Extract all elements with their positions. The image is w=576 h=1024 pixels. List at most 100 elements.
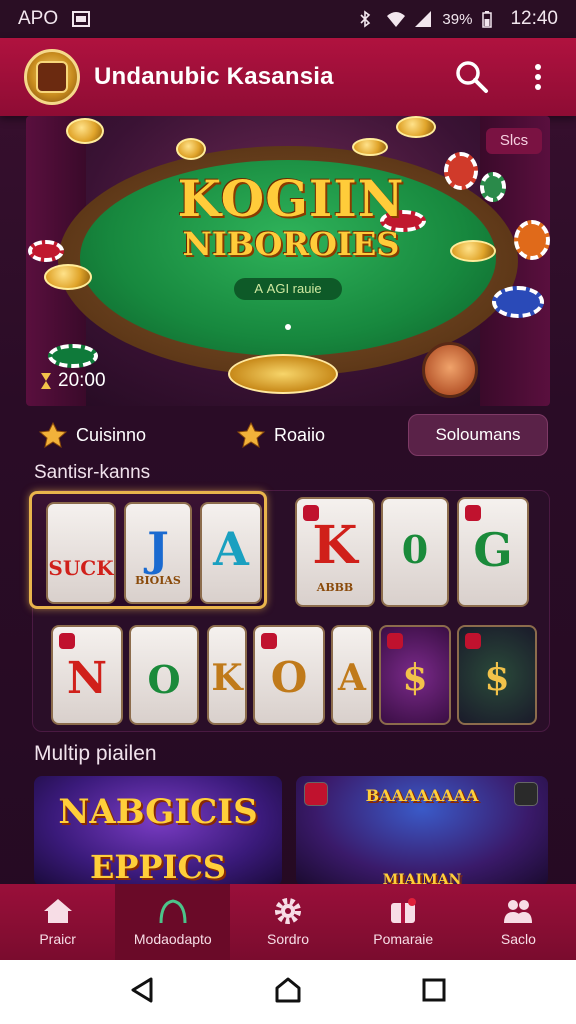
reel-tag: [387, 633, 403, 649]
bottom-navigation: Praicr Modaodapto Sordro Pomaraie Saclo: [0, 884, 576, 960]
people-icon: [502, 897, 534, 925]
search-button[interactable]: [452, 57, 492, 97]
lion-crest-icon: [36, 61, 68, 93]
home-icon: [42, 897, 74, 925]
reel-tag: [261, 633, 277, 649]
carrier-label: APO: [18, 8, 59, 29]
game-title-line1: NABGICIS: [58, 792, 258, 832]
multiplayer-game-card[interactable]: BAAAAAAAA MIAIMAN: [296, 776, 548, 886]
coin-icon: [66, 118, 104, 144]
slot-game-card[interactable]: SUCK J BIOIAS A: [29, 491, 267, 609]
back-button[interactable]: [129, 976, 155, 1009]
app-screen: APO 39% 12:40 Undanubic Kasansia KOGIIN …: [0, 0, 576, 1024]
slot-game-card[interactable]: $: [379, 625, 451, 725]
poker-chip-icon: [444, 152, 478, 190]
slot-reel: SUCK: [46, 502, 116, 604]
nav-label: Pomaraie: [373, 931, 434, 947]
star-icon: [38, 422, 68, 448]
overflow-menu-button[interactable]: [518, 57, 558, 97]
carousel-indicator[interactable]: [285, 324, 291, 330]
nav-multiplayer[interactable]: Modaodapto: [115, 884, 231, 960]
reel-caption: ABBB: [316, 581, 354, 594]
nav-settings[interactable]: Sordro: [230, 884, 345, 960]
poker-chip-icon: [28, 240, 64, 262]
hero-title: KOGIIN NIBOROIES: [176, 169, 406, 263]
reel-tag: [465, 505, 481, 521]
reel-symbol: K: [312, 515, 358, 576]
poker-chip-icon: [514, 220, 550, 260]
home-button[interactable]: [274, 976, 302, 1009]
coin-icon: [396, 116, 436, 138]
more-vert-icon: [535, 64, 541, 90]
battery-icon: [482, 10, 500, 28]
slot-reel: J BIOIAS: [124, 502, 192, 604]
status-bar: APO 39% 12:40: [0, 0, 576, 38]
recents-square-icon: [422, 978, 446, 1001]
tab-label: Roaiio: [274, 424, 326, 445]
back-triangle-icon: [131, 977, 153, 1002]
reel-symbol: $: [484, 657, 510, 699]
countdown-timer: 20:00: [40, 370, 106, 392]
slot-game-card[interactable]: 0: [381, 497, 449, 607]
nav-label: Saclo: [500, 931, 536, 947]
app-logo[interactable]: [24, 49, 80, 105]
reel-symbol: A: [213, 522, 249, 576]
tab-roaiio[interactable]: Roaiio: [236, 414, 325, 456]
nav-promotions[interactable]: Pomaraie: [346, 884, 461, 960]
nav-social[interactable]: Saclo: [461, 884, 576, 960]
nav-label: Sordro: [266, 931, 310, 947]
nav-label: Praicr: [39, 931, 76, 947]
slots-badge[interactable]: Slcs: [486, 128, 542, 154]
reel-symbol: G: [473, 523, 513, 577]
multiplayer-section-title: Multip piailen: [34, 742, 157, 765]
tab-soloumans[interactable]: Soloumans: [408, 414, 548, 456]
reel-symbol: O: [270, 653, 308, 702]
hero-title-line2: NIBOROIES: [182, 225, 400, 263]
nav-home[interactable]: Praicr: [0, 884, 115, 960]
reel-symbol: N: [66, 653, 108, 704]
search-icon: [456, 61, 488, 93]
app-bar: Undanubic Kasansia: [0, 38, 576, 116]
gift-icon: [387, 897, 419, 925]
coin-icon: [450, 240, 496, 262]
tab-cuisinno[interactable]: Cuisinno: [38, 414, 146, 456]
star-icon: [236, 422, 266, 448]
slot-game-card[interactable]: A: [331, 625, 373, 725]
game-title-line1: BAAAAAAAA: [365, 786, 479, 805]
person-outline-icon: [157, 897, 189, 925]
clock: 12:40: [510, 8, 558, 29]
featured-banner[interactable]: KOGIIN NIBOROIES A AGI rauie Slcs 20:00: [26, 116, 550, 406]
slot-game-card[interactable]: N: [51, 625, 123, 725]
reel-symbol: J: [147, 522, 169, 576]
reel-symbol: $: [402, 657, 428, 699]
slot-game-card[interactable]: G: [457, 497, 529, 607]
slot-game-card[interactable]: $: [457, 625, 537, 725]
hourglass-icon: [41, 373, 51, 389]
slot-game-card[interactable]: O: [253, 625, 325, 725]
recents-button[interactable]: [421, 977, 447, 1008]
countdown-value: 20:00: [58, 370, 106, 391]
hero-title-line1: KOGIIN: [177, 169, 405, 228]
multiplayer-game-card[interactable]: NABGICIS EPPICS: [34, 776, 282, 886]
reel-symbol: O: [147, 657, 181, 702]
bluetooth-icon: [358, 10, 376, 28]
poker-chip-icon: [492, 286, 544, 318]
reel-caption: BIOIAS: [135, 574, 181, 587]
slot-game-card[interactable]: O: [129, 625, 199, 725]
coin-icon: [44, 264, 92, 290]
tab-label: Soloumans: [435, 425, 521, 444]
reel-symbol: 0: [401, 527, 429, 572]
coin-icon: [352, 138, 388, 156]
reel-tag: [59, 633, 75, 649]
reel-symbol: A: [338, 657, 366, 699]
reel-symbol: K: [211, 657, 243, 699]
slot-game-card[interactable]: K: [207, 625, 247, 725]
slot-reel: A: [200, 502, 262, 604]
coin-icon: [176, 138, 206, 160]
slot-game-card[interactable]: K ABBB: [295, 497, 375, 607]
home-outline-icon: [275, 977, 301, 1002]
battery-label: 39%: [442, 10, 473, 28]
game-title-line2: EPPICS: [89, 848, 227, 886]
slots-section-title: Santisr-kanns: [34, 462, 151, 483]
app-title: Undanubic Kasansia: [94, 63, 334, 90]
